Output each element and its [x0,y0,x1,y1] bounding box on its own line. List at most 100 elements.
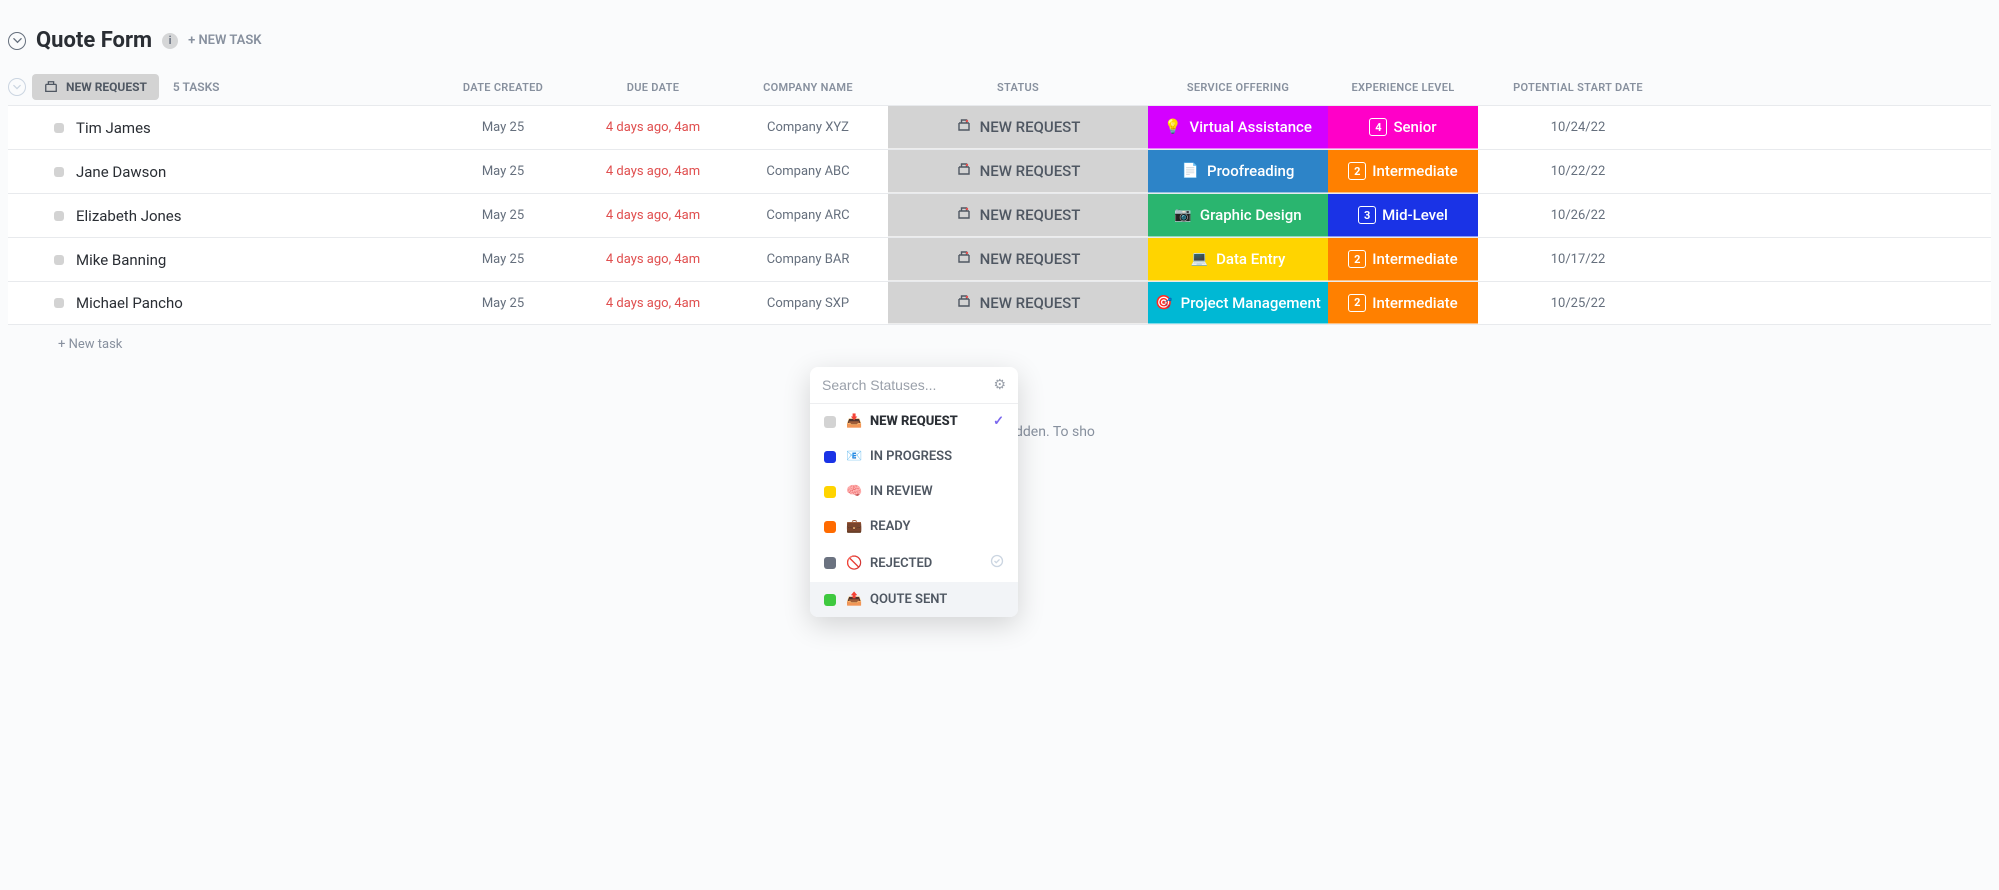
task-name-cell[interactable]: Jane Dawson [8,150,428,193]
column-header-company-name[interactable]: COMPANY NAME [728,81,888,94]
circle-check-icon [990,554,1004,572]
potential-start-date-cell[interactable]: 10/22/22 [1478,150,1678,193]
experience-cell[interactable]: 3Mid-Level [1328,194,1478,237]
experience-cell[interactable]: 4Senior [1328,106,1478,149]
info-icon[interactable]: i [162,33,178,49]
status-dropdown: ⚙ 📥NEW REQUEST✓📧IN PROGRESS🧠IN REVIEW💼RE… [810,367,1018,617]
potential-start-date-cell[interactable]: 10/17/22 [1478,238,1678,281]
company-name-cell[interactable]: Company BAR [728,238,888,281]
status-option-icon: 💼 [846,519,860,534]
column-header-experience-level[interactable]: EXPERIENCE LEVEL [1328,81,1478,94]
date-created-cell[interactable]: May 25 [428,150,578,193]
status-option[interactable]: 📥NEW REQUEST✓ [810,404,1018,439]
task-name-cell[interactable]: Tim James [8,106,428,149]
status-cell[interactable]: NEW REQUEST [888,282,1148,324]
due-date-cell[interactable]: 4 days ago, 4am [578,282,728,324]
service-label: Proofreading [1207,162,1294,180]
potential-start-date-cell[interactable]: 10/24/22 [1478,106,1678,149]
status-cell[interactable]: NEW REQUEST [888,150,1148,193]
due-date-cell[interactable]: 4 days ago, 4am [578,150,728,193]
status-option[interactable]: 🚫 REJECTED [810,544,1018,582]
status-option[interactable]: 📧IN PROGRESS [810,439,1018,474]
status-label: NEW REQUEST [980,250,1081,268]
potential-start-date-cell[interactable]: 10/25/22 [1478,282,1678,324]
status-option[interactable]: 💼READY [810,509,1018,544]
service-label: Virtual Assistance [1190,118,1312,136]
experience-cell[interactable]: 2 Intermediate [1328,282,1478,324]
table-row[interactable]: Michael PanchoMay 254 days ago, 4amCompa… [8,281,1991,325]
task-name-cell[interactable]: Michael Pancho [8,282,428,324]
experience-cell[interactable]: 2Intermediate [1328,238,1478,281]
service-cell[interactable]: 🎯Project Management [1148,282,1328,324]
status-option-icon: 🧠 [846,484,860,499]
column-header-row: NEW REQUEST 5 TASKS DATE CREATED DUE DAT… [8,69,1991,105]
experience-level-number: 3 [1358,206,1376,224]
chevron-down-icon [13,83,21,91]
service-cell[interactable]: 📷Graphic Design [1148,194,1328,237]
table-row[interactable]: Jane DawsonMay 254 days ago, 4amCompany … [8,149,1991,193]
date-created-cell[interactable]: May 25 [428,106,578,149]
group-pill-label: NEW REQUEST [66,80,147,94]
experience-level-number: 2 [1348,294,1366,312]
company-name-cell[interactable]: Company SXP [728,282,888,324]
table-row[interactable]: Tim JamesMay 254 days ago, 4amCompany XY… [8,105,1991,149]
column-header-status[interactable]: STATUS [888,81,1148,94]
due-date-cell[interactable]: 4 days ago, 4am [578,238,728,281]
status-dot [54,167,64,177]
task-count: 5 TASKS [173,80,220,94]
status-label: NEW REQUEST [980,294,1081,312]
status-option-icon: 📤 [846,592,860,607]
status-cell[interactable]: NEW REQUEST [888,238,1148,281]
group-status-pill[interactable]: NEW REQUEST [32,74,159,100]
table-row[interactable]: Mike Banning May 254 days ago, 4amCompany… [8,237,1991,281]
date-created-cell[interactable]: May 25 [428,238,578,281]
company-name-cell[interactable]: Company XYZ [728,106,888,149]
service-cell[interactable]: 💡Virtual Assistance [1148,106,1328,149]
inbox-icon [956,117,972,137]
gear-icon[interactable]: ⚙ [993,377,1006,393]
status-option[interactable]: 🧠 IN REVIEW [810,474,1018,509]
date-created-cell[interactable]: May 25 [428,194,578,237]
service-cell[interactable]: 📄Proofreading [1148,150,1328,193]
experience-level-number: 2 [1348,250,1366,268]
column-header-date-created[interactable]: DATE CREATED [428,81,578,94]
experience-label: Intermediate [1372,294,1457,312]
collapse-group-toggle[interactable] [8,78,26,96]
column-header-due-date[interactable]: DUE DATE [578,81,728,94]
status-swatch [824,416,836,428]
service-label: Project Management [1181,294,1321,312]
status-swatch [824,557,836,569]
company-name-cell[interactable]: Company ABC [728,150,888,193]
task-name: Mike Banning [76,251,166,269]
service-label: Graphic Design [1200,206,1302,224]
status-cell[interactable]: NEW REQUEST [888,106,1148,149]
task-name-cell[interactable]: Elizabeth Jones [8,194,428,237]
company-name-cell[interactable]: Company ARC [728,194,888,237]
column-header-potential-start-date[interactable]: POTENTIAL START DATE [1478,81,1678,94]
experience-label: Senior [1393,118,1436,136]
inbox-icon [956,161,972,181]
experience-label: Intermediate [1372,162,1457,180]
task-name-cell[interactable]: Mike Banning [8,238,428,281]
status-option-label: REJECTED [870,556,980,571]
collapse-board-toggle[interactable] [8,32,26,50]
inbox-icon [956,205,972,225]
new-task-inline[interactable]: + New task [8,325,1991,364]
due-date-cell[interactable]: 4 days ago, 4am [578,106,728,149]
table-row[interactable]: Elizabeth JonesMay 254 days ago, 4amComp… [8,193,1991,237]
column-header-service-offering[interactable]: SERVICE OFFERING [1148,81,1328,94]
status-dot [54,298,64,308]
experience-cell[interactable]: 2 Intermediate [1328,150,1478,193]
service-icon: 💻 [1191,251,1208,267]
status-option-label: IN REVIEW [870,484,1004,499]
potential-start-date-cell[interactable]: 10/26/22 [1478,194,1678,237]
status-search-input[interactable] [822,377,962,393]
experience-level-number: 2 [1348,162,1366,180]
new-task-button[interactable]: + NEW TASK [188,33,261,48]
status-cell[interactable]: NEW REQUEST [888,194,1148,237]
due-date-cell[interactable]: 4 days ago, 4am [578,194,728,237]
date-created-cell[interactable]: May 25 [428,282,578,324]
status-option-icon: 🚫 [846,556,860,571]
service-cell[interactable]: 💻Data Entry [1148,238,1328,281]
status-option[interactable]: 📤QOUTE SENT [810,582,1018,617]
